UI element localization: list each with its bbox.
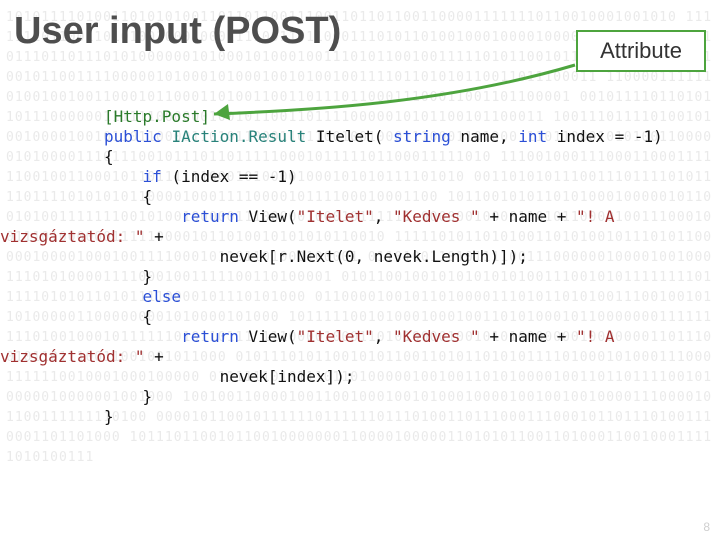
code-line: [Http.Post] — [104, 107, 210, 126]
code-line: if (index == -1) — [104, 167, 297, 186]
code-line: vizsgáztatód: " + — [0, 227, 173, 246]
code-line: vizsgáztatód: " + — [0, 347, 164, 366]
page-number: 8 — [703, 520, 710, 534]
code-block: [Http.Post] public IAction.Result Itelet… — [104, 87, 720, 427]
code-line: return View("Itelet", "Kedves " + name +… — [104, 327, 615, 346]
code-line: nevek[index]); — [104, 367, 354, 386]
code-line: } — [104, 267, 152, 286]
code-line: } — [104, 387, 152, 406]
code-line: public IAction.Result Itelet( string nam… — [104, 127, 663, 146]
attribute-callout: Attribute — [576, 30, 706, 72]
code-line: { — [104, 147, 114, 166]
code-line: { — [104, 307, 152, 326]
code-line: nevek[r.Next(0, nevek.Length)]); — [104, 247, 528, 266]
code-line: return View("Itelet", "Kedves " + name +… — [104, 207, 615, 226]
code-line: { — [104, 187, 152, 206]
code-line: } — [104, 407, 114, 426]
code-line: else — [104, 287, 181, 306]
